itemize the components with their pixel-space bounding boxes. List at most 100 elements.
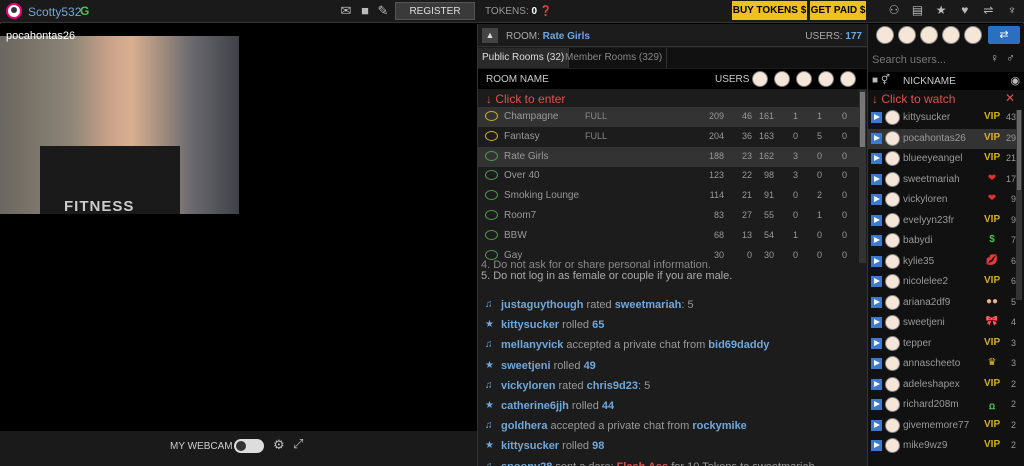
user-row[interactable]: babydi $7 (868, 231, 1020, 251)
feed-username[interactable]: sweetjeni (501, 360, 551, 372)
user-row[interactable]: kylie35 💋 6 (868, 252, 1020, 272)
couple-filter-icon[interactable] (942, 26, 960, 44)
user-row[interactable]: ariana2df9 ●● 5 (868, 293, 1020, 313)
tab-public-rooms[interactable]: Public Rooms (32) (478, 48, 570, 68)
buy-tokens-button[interactable]: BUY TOKENS $ (732, 1, 807, 20)
video-stream[interactable]: FITNESS (0, 36, 239, 214)
feed-target[interactable]: rockymike (692, 420, 746, 432)
feed-target[interactable]: chris9d23 (587, 380, 638, 392)
room-row[interactable]: Room7 83 27 55 0 1 0 (478, 206, 863, 226)
user-row[interactable]: sweetjeni 🎀 4 (868, 313, 1020, 333)
male-filter-icon[interactable] (898, 26, 916, 44)
feed-target[interactable]: Flash Ass (617, 461, 669, 466)
feed-username[interactable]: justaguythough (501, 299, 584, 311)
user-nickname[interactable]: mike9wz9 (903, 440, 947, 451)
user-row[interactable]: evelyyn23fr VIP 9 (868, 211, 1020, 231)
user-nickname[interactable]: sweetmariah (903, 174, 960, 185)
user-nickname[interactable]: ariana2df9 (903, 297, 950, 308)
user-nickname[interactable]: givememore77 (903, 420, 969, 431)
play-icon[interactable] (871, 419, 882, 431)
feed-target[interactable]: 65 (592, 319, 604, 331)
female-filter-icon[interactable] (876, 26, 894, 44)
play-icon[interactable] (871, 276, 882, 287)
feed-username[interactable]: kittysucker (501, 440, 559, 452)
group-icon[interactable]: ⚇ (886, 3, 902, 19)
play-icon[interactable] (871, 194, 882, 205)
play-icon[interactable] (871, 317, 882, 328)
camera-icon[interactable]: ■ (357, 3, 373, 19)
play-icon[interactable] (871, 153, 882, 164)
user-nickname[interactable]: evelyyn23fr (903, 215, 954, 226)
camera-icon[interactable]: ■ ⚥ (872, 75, 890, 86)
feed-username[interactable]: kittysucker (501, 319, 559, 331)
user-nickname[interactable]: blueeyeangel (903, 153, 963, 164)
room-row[interactable]: Smoking Lounge 114 21 91 0 2 0 (478, 186, 863, 206)
col-room-name[interactable]: ROOM NAME (486, 74, 549, 85)
heart-icon[interactable]: ♥ (957, 3, 973, 19)
user-nickname[interactable]: sweetjeni (903, 317, 945, 328)
col-users[interactable]: USERS (715, 74, 749, 85)
user-nickname[interactable]: tepper (903, 338, 931, 349)
feed-username[interactable]: snoopy28 (501, 461, 552, 466)
feed-username[interactable]: catherine6jjh (501, 400, 569, 412)
user-row[interactable]: sweetmariah ❤ 17 (868, 170, 1020, 190)
play-icon[interactable] (871, 132, 882, 144)
help-icon[interactable]: ❓ (540, 6, 552, 17)
mail-icon[interactable]: ✉ (338, 3, 354, 19)
users-scrollbar[interactable] (1016, 110, 1022, 300)
feed-target[interactable]: sweetmariah (615, 299, 682, 311)
feed-username[interactable]: mellanyvick (501, 339, 563, 351)
collapse-button[interactable]: ▲ (482, 28, 498, 43)
feed-target[interactable]: bid69daddy (708, 339, 769, 351)
male-symbol-icon[interactable]: ♂ (1006, 51, 1015, 65)
rooms-scrollbar[interactable] (859, 90, 866, 263)
register-button[interactable]: REGISTER (395, 2, 475, 20)
user-nickname[interactable]: vickyloren (903, 194, 947, 205)
feed-target[interactable]: 49 (584, 360, 596, 372)
user-row[interactable]: blueeyeangel VIP 21 (868, 149, 1020, 169)
female-avatar-icon[interactable] (752, 71, 768, 87)
male-avatar-icon[interactable] (774, 71, 790, 87)
shuffle-icon[interactable]: ⇌ (980, 3, 996, 19)
gear-icon[interactable]: ⚙ (273, 437, 285, 453)
play-icon[interactable] (871, 214, 882, 226)
user-nickname[interactable]: nicolelee2 (903, 276, 948, 287)
female-symbol-icon[interactable]: ♀ (990, 51, 999, 65)
user-row[interactable]: vickyloren ❤ 9 (868, 190, 1020, 210)
user-nickname[interactable]: kittysucker (903, 112, 950, 123)
user-nickname[interactable]: kylie35 (903, 256, 934, 267)
user-row[interactable]: tepper VIP 3 (868, 334, 1020, 354)
room-row[interactable]: Fantasy FULL 204 36 163 0 5 0 (478, 127, 863, 147)
room-row[interactable]: BBW 68 13 54 1 0 0 (478, 226, 863, 246)
play-icon[interactable] (871, 112, 882, 123)
user-row[interactable]: kittysucker VIP 43 (868, 108, 1020, 128)
user-nickname[interactable]: babydi (903, 235, 932, 246)
user-nickname[interactable]: annascheeto (903, 358, 960, 369)
gift-icon[interactable]: ♆ (1004, 3, 1020, 19)
play-icon[interactable] (871, 440, 882, 451)
user-row[interactable]: adeleshapex VIP 2 (868, 375, 1020, 395)
play-icon[interactable] (871, 296, 882, 308)
play-icon[interactable] (871, 235, 882, 246)
search-users-input[interactable] (872, 51, 984, 69)
eye-icon[interactable]: ◉ (1010, 74, 1020, 87)
user-row[interactable]: mike9wz9 VIP 2 (868, 436, 1020, 456)
feed-username[interactable]: goldhera (501, 420, 547, 432)
play-icon[interactable] (871, 337, 882, 349)
webcam-toggle[interactable] (234, 439, 264, 453)
expand-icon[interactable]: ⤢ (293, 436, 303, 452)
user-row[interactable]: pocahontas26 VIP 29 (868, 128, 1020, 149)
room-row[interactable]: Over 40 123 22 98 3 0 0 (478, 166, 863, 186)
play-icon[interactable] (871, 173, 882, 185)
user-row[interactable]: nicolelee2 VIP 6 (868, 272, 1020, 292)
room-row[interactable]: Rate Girls 188 23 162 3 0 0 (478, 146, 863, 167)
user-row[interactable]: annascheeto ♛ 3 (868, 354, 1020, 374)
user-nickname[interactable]: adeleshapex (903, 379, 960, 390)
nickname-label[interactable]: NICKNAME (903, 76, 956, 87)
user-nickname[interactable]: pocahontas26 (903, 133, 966, 144)
user-row[interactable]: givememore77 VIP 2 (868, 416, 1020, 436)
feed-target[interactable]: 98 (592, 440, 604, 452)
close-icon[interactable]: ✕ (1005, 91, 1015, 105)
pencil-icon[interactable]: ✎ (375, 3, 391, 19)
tab-member-rooms[interactable]: Member Rooms (329) (561, 48, 668, 68)
